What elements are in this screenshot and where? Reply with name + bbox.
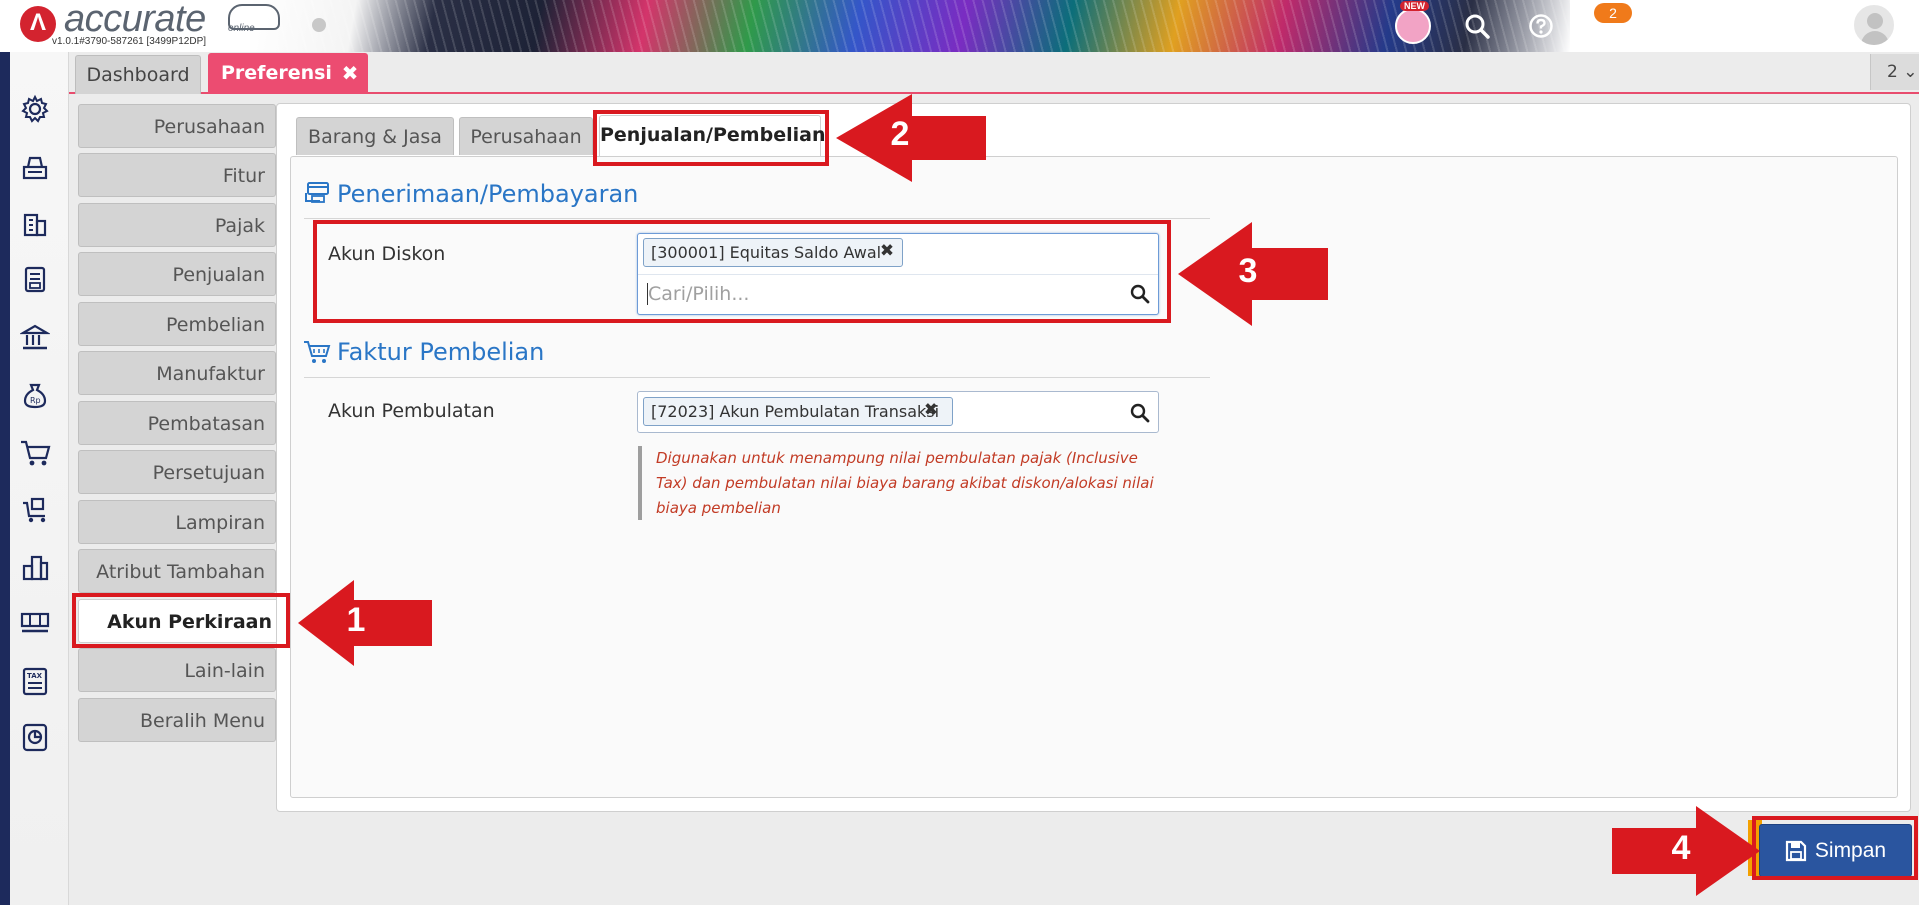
tab-penjualan-pembelian[interactable]: Penjualan/Pembelian <box>599 115 825 158</box>
bell-icon <box>1584 20 1610 47</box>
tab-barang-jasa[interactable]: Barang & Jasa <box>296 117 454 155</box>
akun-pembulatan-multiselect[interactable]: [72023] Akun Pembulatan Transaksi ✖ <box>637 391 1159 433</box>
notification-count-badge: 2 <box>1594 3 1632 23</box>
left-nav-inventory[interactable] <box>16 548 54 586</box>
pref-menu-lampiran[interactable]: Lampiran <box>78 500 276 544</box>
left-nav-pos[interactable] <box>16 148 54 186</box>
report-icon <box>22 723 48 752</box>
pref-menu-perusahaan[interactable]: Perusahaan <box>78 104 276 148</box>
money-bag-icon: Rp <box>23 383 47 409</box>
save-button[interactable]: Simpan <box>1759 824 1912 877</box>
left-nav-settings[interactable] <box>16 90 54 128</box>
svg-text:TAX: TAX <box>27 672 43 680</box>
section-divider <box>304 377 1210 378</box>
section-title-faktur-pembelian: Faktur Pembelian <box>337 338 545 366</box>
akun-pembulatan-help-note: Digunakan untuk menampung nilai pembulat… <box>638 446 1158 520</box>
svg-text:Rp: Rp <box>30 396 41 405</box>
help-icon <box>1529 14 1553 38</box>
pref-menu-fitur[interactable]: Fitur <box>78 153 276 197</box>
tab-dashboard[interactable]: Dashboard <box>75 55 201 94</box>
tab-perusahaan[interactable]: Perusahaan <box>459 117 593 155</box>
search-icon[interactable] <box>1128 282 1152 306</box>
book-icon <box>24 266 46 293</box>
whats-new-avatar-button[interactable] <box>1394 7 1432 45</box>
accurate-logo-mark-icon: Λ <box>20 6 56 42</box>
pref-menu-atribut-tambahan[interactable]: Atribut Tambahan <box>78 549 276 593</box>
selected-account-chip: [300001] Equitas Saldo Awal <box>643 238 903 267</box>
user-name: Tiara <box>1800 28 1834 45</box>
left-nav-ledger[interactable] <box>16 260 54 298</box>
logo-online-text: online <box>228 23 255 34</box>
logo-text: accurate <box>64 0 206 40</box>
remove-chip-icon[interactable]: ✖ <box>878 239 896 263</box>
user-avatar[interactable] <box>1852 3 1896 47</box>
left-nav-bank[interactable] <box>16 318 54 356</box>
pallet-icon <box>20 612 50 633</box>
pref-menu-pembatasan[interactable]: Pembatasan <box>78 401 276 445</box>
akun-pembulatan-label: Akun Pembulatan <box>328 400 495 422</box>
left-nav-cash[interactable]: Rp <box>16 376 54 414</box>
input-divider <box>638 274 1158 275</box>
left-nav-purchase[interactable] <box>16 490 54 528</box>
remove-chip-icon[interactable]: ✖ <box>922 398 940 422</box>
floppy-disk-icon <box>1785 840 1806 861</box>
chip-label: [300001] Equitas Saldo Awal <box>651 243 882 262</box>
step-number-1: 1 <box>346 601 366 639</box>
version-text: v1.0.1#3790-587261 [3499P12DP] <box>52 36 207 47</box>
city-icon <box>22 555 49 581</box>
bank-icon <box>20 324 50 350</box>
status-dot-icon <box>312 18 326 32</box>
left-nav-assets[interactable] <box>16 604 54 642</box>
search-icon <box>1465 14 1490 39</box>
new-badge: NEW <box>1400 1 1429 11</box>
pref-menu-beralih-menu[interactable]: Beralih Menu <box>78 698 276 742</box>
akun-diskon-label: Akun Diskon <box>328 243 446 265</box>
building-icon <box>23 213 47 237</box>
cart-icon <box>21 440 51 466</box>
pref-menu-akun-perkiraan[interactable]: Akun Perkiraan <box>78 599 282 643</box>
left-nav-company[interactable] <box>16 204 54 242</box>
akun-diskon-search-input[interactable] <box>648 278 1118 310</box>
gear-icon <box>21 94 49 123</box>
step-number-2: 2 <box>890 115 910 153</box>
left-nav-sales[interactable] <box>16 434 54 472</box>
cart-box-icon <box>23 497 46 523</box>
pref-menu-lain-lain[interactable]: Lain-lain <box>78 648 276 692</box>
pref-menu-persetujuan[interactable]: Persetujuan <box>78 450 276 494</box>
mascot-avatar-icon <box>1395 8 1431 44</box>
header-banner-art <box>250 0 1570 52</box>
money-transfer-icon <box>305 182 329 203</box>
tax-icon: TAX <box>22 667 48 696</box>
section-divider <box>304 218 1210 219</box>
left-nav-reports[interactable] <box>16 718 54 756</box>
cash-register-icon <box>22 156 48 180</box>
step-number-3: 3 <box>1238 252 1258 290</box>
pref-menu-manufaktur[interactable]: Manufaktur <box>78 351 276 395</box>
pref-menu-pembelian[interactable]: Pembelian <box>78 302 276 346</box>
help-button[interactable] <box>1522 7 1560 45</box>
selected-account-chip: [72023] Akun Pembulatan Transaksi <box>643 397 953 426</box>
step-number-4: 4 <box>1671 829 1691 867</box>
section-title-penerimaan: Penerimaan/Pembayaran <box>337 180 639 208</box>
save-label: Simpan <box>1814 838 1887 862</box>
pref-menu-penjualan[interactable]: Penjualan <box>78 252 276 296</box>
left-icon-bar: Rp TAX <box>0 52 69 905</box>
cart-icon <box>304 341 331 363</box>
left-nav-tax[interactable]: TAX <box>16 662 54 700</box>
chevron-down-icon[interactable]: ⌄ <box>1900 10 1912 26</box>
pref-menu-pajak[interactable]: Pajak <box>78 203 276 247</box>
search-button[interactable] <box>1458 7 1496 45</box>
open-tabs-count-dropdown[interactable]: 2 ⌄ <box>1870 54 1919 90</box>
search-icon[interactable] <box>1128 401 1152 425</box>
close-icon[interactable]: ✖ <box>338 60 362 86</box>
chip-label: [72023] Akun Pembulatan Transaksi <box>651 402 940 421</box>
akun-diskon-multiselect[interactable]: [300001] Equitas Saldo Awal ✖ <box>637 233 1159 315</box>
